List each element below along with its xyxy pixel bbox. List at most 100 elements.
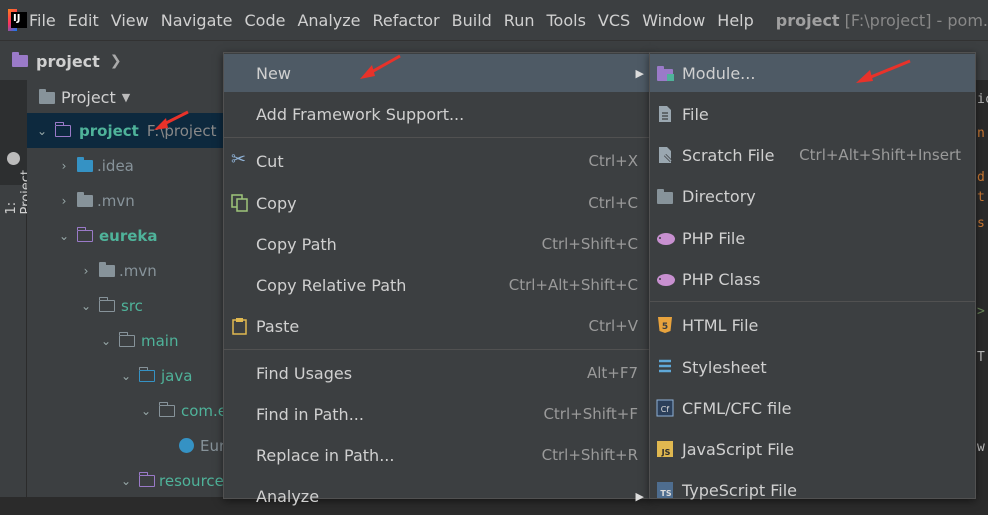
annotation-arrow-icon xyxy=(154,110,189,130)
chevron-right-icon: › xyxy=(61,193,67,208)
project-view-selector[interactable]: Project ▼ xyxy=(39,88,130,107)
menu-item-find-usages[interactable]: Find Usages Alt+F7 xyxy=(224,354,650,392)
submenu-item-stylesheet[interactable]: Stylesheet xyxy=(650,348,975,386)
menu-item-analyze[interactable]: Analyze ▶ xyxy=(224,477,650,515)
spring-boot-class-icon xyxy=(179,438,194,453)
menu-help[interactable]: Help xyxy=(717,11,753,30)
menu-refactor[interactable]: Refactor xyxy=(373,11,440,30)
menu-code[interactable]: Code xyxy=(244,11,285,30)
submenu-item-scratch-file[interactable]: Scratch File Ctrl+Alt+Shift+Insert xyxy=(650,136,975,174)
chevron-right-icon: › xyxy=(83,263,89,278)
folder-icon xyxy=(656,187,674,205)
menu-run[interactable]: Run xyxy=(504,11,535,30)
tree-item-class[interactable]: Eur xyxy=(27,428,225,463)
menu-item-paste[interactable]: Paste Ctrl+V xyxy=(224,307,650,345)
php-icon xyxy=(656,270,675,288)
menu-edit[interactable]: Edit xyxy=(68,11,99,30)
new-submenu: Module... File Scratch File Ctrl+Alt+Shi… xyxy=(649,52,976,500)
tree-item-mvn[interactable]: › .mvn xyxy=(27,183,135,218)
menu-analyze[interactable]: Analyze xyxy=(297,11,360,30)
menu-item-new[interactable]: New ▶ xyxy=(224,54,650,92)
editor-edge: ic n d t s > T w xyxy=(975,80,988,497)
submenu-item-javascript-file[interactable]: JS JavaScript File xyxy=(650,430,975,468)
intellij-logo-icon: IJ xyxy=(8,9,27,31)
file-icon xyxy=(656,105,674,123)
chevron-right-icon: › xyxy=(61,158,67,173)
menu-item-copy[interactable]: Copy Ctrl+C xyxy=(224,184,650,222)
scratch-file-icon xyxy=(656,146,674,164)
tree-item-src[interactable]: ⌄ src xyxy=(27,288,143,323)
svg-text:JS: JS xyxy=(661,448,671,457)
maven-icon xyxy=(7,152,20,165)
menu-view[interactable]: View xyxy=(111,11,149,30)
package-folder-icon xyxy=(158,401,175,417)
tree-item-idea[interactable]: › .idea xyxy=(27,148,134,183)
tree-item-package[interactable]: ⌄ com.e xyxy=(27,393,227,428)
ts-icon: TS xyxy=(656,481,674,499)
svg-text:Cf: Cf xyxy=(661,405,670,414)
module-folder-icon xyxy=(54,121,71,137)
js-icon: JS xyxy=(656,440,674,458)
menu-build[interactable]: Build xyxy=(452,11,492,30)
clipboard-icon xyxy=(231,317,249,335)
svg-text:5: 5 xyxy=(662,322,668,332)
tree-item-project[interactable]: ⌄ project F:\project xyxy=(27,113,235,148)
idea-folder-icon xyxy=(77,156,93,172)
folder-icon xyxy=(99,261,115,277)
submenu-item-html-file[interactable]: 5 HTML File xyxy=(650,306,975,344)
tree-item-main[interactable]: ⌄ main xyxy=(27,323,178,358)
menu-item-find-in-path[interactable]: Find in Path... Ctrl+Shift+F xyxy=(224,395,650,433)
submenu-item-module[interactable]: Module... xyxy=(650,54,975,92)
submenu-item-php-file[interactable]: PHP File xyxy=(650,219,975,257)
chevron-down-icon: ⌄ xyxy=(140,403,152,418)
menu-item-replace-in-path[interactable]: Replace in Path... Ctrl+Shift+R xyxy=(224,436,650,474)
source-folder-icon xyxy=(98,296,115,312)
menu-file[interactable]: File xyxy=(29,11,56,30)
resources-folder-icon xyxy=(138,471,155,487)
menu-item-copy-relative-path[interactable]: Copy Relative Path Ctrl+Alt+Shift+C xyxy=(224,266,650,304)
menu-item-cut[interactable]: ✂ Cut Ctrl+X xyxy=(224,142,650,180)
menu-vcs[interactable]: VCS xyxy=(598,11,630,30)
breadcrumb-project[interactable]: project xyxy=(36,52,100,71)
chevron-down-icon: ⌄ xyxy=(120,368,132,383)
menu-item-copy-path[interactable]: Copy Path Ctrl+Shift+C xyxy=(224,225,650,263)
submenu-item-cfml-file[interactable]: Cf CFML/CFC file xyxy=(650,389,975,427)
chevron-down-icon: ⌄ xyxy=(80,298,92,313)
chevron-down-icon: ⌄ xyxy=(120,473,132,488)
module-folder-icon xyxy=(12,52,28,67)
html5-icon: 5 xyxy=(656,316,674,334)
copy-icon xyxy=(231,194,249,212)
submenu-item-php-class[interactable]: PHP Class xyxy=(650,260,975,298)
submenu-arrow-icon: ▶ xyxy=(635,489,644,503)
php-icon xyxy=(656,229,675,247)
tree-item-resources[interactable]: ⌄ resource xyxy=(27,463,224,498)
tree-item-eureka[interactable]: ⌄ eureka xyxy=(27,218,158,253)
submenu-arrow-icon: ▶ xyxy=(635,66,644,80)
chevron-down-icon: ⌄ xyxy=(58,228,70,243)
tool-tab-project[interactable]: 1: Project xyxy=(0,80,34,214)
menu-tools[interactable]: Tools xyxy=(546,11,585,30)
chevron-down-icon: ⌄ xyxy=(100,333,112,348)
project-panel: Project ▼ ⌄ project F:\project › .idea ›… xyxy=(27,80,235,498)
module-folder-icon xyxy=(76,226,93,242)
cfml-icon: Cf xyxy=(656,399,674,417)
tree-item-java[interactable]: ⌄ java xyxy=(27,358,192,393)
folder-icon xyxy=(39,88,55,104)
submenu-item-directory[interactable]: Directory xyxy=(650,177,975,215)
annotation-arrow-icon xyxy=(360,54,401,79)
chevron-down-icon: ⌄ xyxy=(36,123,48,138)
folder-icon xyxy=(118,331,135,347)
context-menu: New ▶ Add Framework Support... ✂ Cut Ctr… xyxy=(223,52,651,506)
module-icon xyxy=(656,64,674,82)
folder-icon xyxy=(77,191,93,207)
menu-window[interactable]: Window xyxy=(642,11,705,30)
menu-bar: IJ File Edit View Navigate Code Analyze … xyxy=(0,0,988,40)
menu-navigate[interactable]: Navigate xyxy=(161,11,233,30)
submenu-item-typescript-file[interactable]: TS TypeScript File xyxy=(650,471,975,509)
chevron-down-icon: ▼ xyxy=(121,91,131,104)
css3-icon xyxy=(656,358,674,376)
menu-item-add-framework-support[interactable]: Add Framework Support... xyxy=(224,95,650,133)
tree-item-eureka-mvn[interactable]: › .mvn xyxy=(27,253,157,288)
scissors-icon: ✂ xyxy=(231,149,247,170)
submenu-item-file[interactable]: File xyxy=(650,95,975,133)
